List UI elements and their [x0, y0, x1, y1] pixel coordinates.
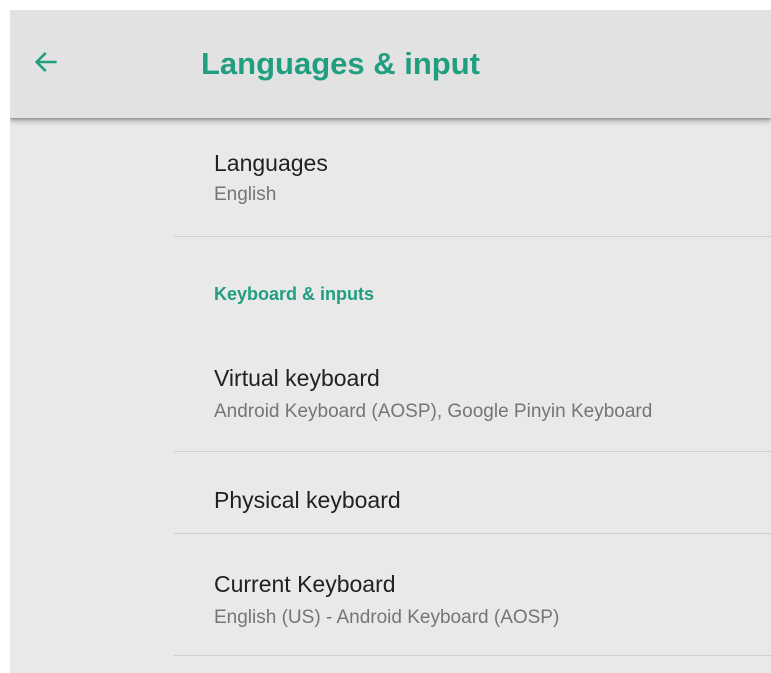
- virtual-keyboard-title: Virtual keyboard: [214, 365, 380, 391]
- divider: [174, 533, 771, 534]
- languages-item[interactable]: Languages English: [174, 148, 771, 208]
- divider: [174, 655, 771, 656]
- current-keyboard-item[interactable]: Current Keyboard English (US) - Android …: [174, 569, 771, 631]
- physical-keyboard-item[interactable]: Physical keyboard: [174, 485, 771, 515]
- virtual-keyboard-item[interactable]: Virtual keyboard Android Keyboard (AOSP)…: [174, 363, 771, 425]
- virtual-keyboard-summary: Android Keyboard (AOSP), Google Pinyin K…: [214, 401, 653, 422]
- settings-list[interactable]: Languages English Keyboard & inputs Virt…: [10, 118, 771, 673]
- physical-keyboard-title: Physical keyboard: [214, 487, 401, 513]
- languages-title: Languages: [214, 150, 328, 176]
- page-title: Languages & input: [201, 46, 480, 81]
- app-bar: Languages & input: [10, 10, 771, 118]
- divider: [174, 236, 771, 237]
- languages-summary: English: [214, 184, 277, 205]
- current-keyboard-summary: English (US) - Android Keyboard (AOSP): [214, 607, 560, 628]
- settings-screen: Languages & input Languages English Keyb…: [10, 10, 771, 673]
- divider: [174, 451, 771, 452]
- back-button[interactable]: [24, 40, 68, 84]
- keyboard-inputs-category-header: Keyboard & inputs: [214, 284, 375, 304]
- arrow-left-icon: [34, 52, 57, 72]
- current-keyboard-title: Current Keyboard: [214, 571, 396, 597]
